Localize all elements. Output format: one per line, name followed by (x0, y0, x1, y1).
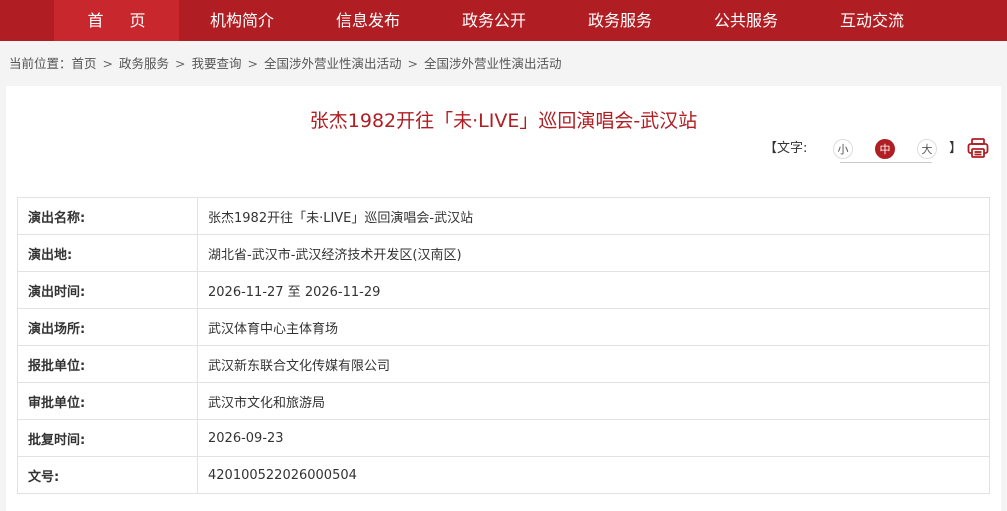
field-value: 湖北省-武汉市-武汉经济技术开发区(汉南区) (197, 234, 990, 272)
breadcrumb-separator: > (407, 56, 419, 71)
page-title: 张杰1982开往「未·LIVE」巡回演唱会-武汉站 (309, 110, 698, 132)
breadcrumb-item-category[interactable]: 全国涉外营业性演出活动 (264, 56, 402, 72)
font-size-underline (840, 162, 932, 163)
table-row: 演出场所: 武汉体育中心主体育场 (17, 308, 990, 346)
field-label: 演出时间: (17, 271, 198, 309)
breadcrumb-prefix: 当前位置： (9, 56, 72, 71)
field-value: 武汉市文化和旅游局 (197, 382, 990, 420)
nav-item-label: 机构简介 (209, 11, 274, 30)
table-row: 报批单位: 武汉新东联合文化传媒有限公司 (17, 345, 990, 383)
nav-item-public-service[interactable]: 公共服务 (683, 0, 809, 41)
nav-item-news[interactable]: 信息发布 (305, 0, 431, 41)
table-row: 演出名称: 张杰1982开往「未·LIVE」巡回演唱会-武汉站 (17, 197, 990, 235)
field-label: 演出场所: (17, 308, 198, 346)
breadcrumb-item-gov-service[interactable]: 政务服务 (119, 56, 169, 72)
nav-item-interaction[interactable]: 互动交流 (809, 0, 935, 41)
nav-item-label: 政务公开 (461, 11, 526, 30)
breadcrumb: 当前位置：首页 > 政务服务 > 我要查询 > 全国涉外营业性演出活动 > 全国涉外营业性演出活… (9, 56, 562, 72)
font-size-small-button[interactable]: 小 (833, 139, 853, 159)
nav-item-about[interactable]: 机构简介 (179, 0, 305, 41)
font-size-large-button[interactable]: 大 (917, 139, 937, 159)
breadcrumb-item-current[interactable]: 全国涉外营业性演出活动 (424, 56, 562, 72)
field-label: 演出名称: (17, 197, 198, 235)
font-size-medium-button[interactable]: 中 (875, 139, 895, 159)
print-icon[interactable] (966, 136, 990, 160)
field-value: 2026-11-27 至 2026-11-29 (197, 271, 990, 309)
field-label: 文号: (17, 456, 198, 494)
nav-item-label: 信息发布 (335, 11, 400, 30)
nav-item-gov-open[interactable]: 政务公开 (431, 0, 557, 41)
performance-details-table: 演出名称: 张杰1982开往「未·LIVE」巡回演唱会-武汉站 演出地: 湖北省… (17, 197, 990, 494)
nav-item-label: 首页 (87, 11, 172, 30)
article-card: 张杰1982开往「未·LIVE」巡回演唱会-武汉站 【文字: 小 中 大 】 演… (6, 86, 1001, 511)
nav-item-label: 公共服务 (713, 11, 778, 30)
field-label: 报批单位: (17, 345, 198, 383)
breadcrumb-item-query[interactable]: 我要查询 (192, 56, 242, 72)
table-row: 文号: 420100522026000504 (17, 456, 990, 494)
field-label: 演出地: (17, 234, 198, 272)
field-value: 420100522026000504 (197, 456, 990, 494)
breadcrumb-separator: > (175, 56, 186, 71)
table-row: 演出地: 湖北省-武汉市-武汉经济技术开发区(汉南区) (17, 234, 990, 272)
nav-item-gov-service[interactable]: 政务服务 (557, 0, 683, 41)
breadcrumb-separator: > (102, 56, 114, 71)
field-value: 2026-09-23 (197, 419, 990, 457)
font-size-close-bracket: 】 (949, 141, 963, 156)
nav-item-label: 互动交流 (839, 11, 904, 30)
field-value: 武汉体育中心主体育场 (197, 308, 990, 346)
nav-item-home[interactable]: 首页 (54, 0, 179, 41)
table-row: 演出时间: 2026-11-27 至 2026-11-29 (17, 271, 990, 309)
table-row: 审批单位: 武汉市文化和旅游局 (17, 382, 990, 420)
font-size-label: 【文字: (764, 141, 808, 156)
top-navigation: 首页 机构简介 信息发布 政务公开 政务服务 公共服务 互动交流 (0, 0, 1007, 41)
field-label: 审批单位: (17, 382, 198, 420)
breadcrumb-item-home[interactable]: 首页 (72, 56, 97, 72)
table-row: 批复时间: 2026-09-23 (17, 419, 990, 457)
field-label: 批复时间: (17, 419, 198, 457)
nav-item-label: 政务服务 (587, 11, 652, 30)
breadcrumb-separator: > (247, 56, 259, 71)
field-value: 张杰1982开往「未·LIVE」巡回演唱会-武汉站 (197, 197, 990, 235)
field-value: 武汉新东联合文化传媒有限公司 (197, 345, 990, 383)
